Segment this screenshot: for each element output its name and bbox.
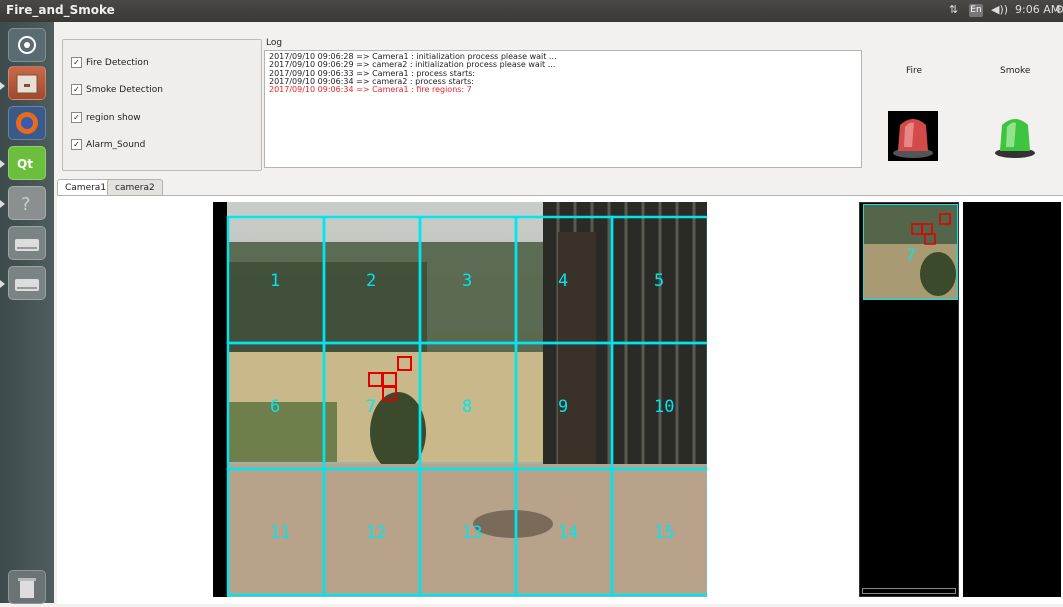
drive-icon[interactable] xyxy=(8,266,46,300)
clock[interactable]: 9:06 AM xyxy=(1015,3,1060,16)
qt-creator-icon[interactable]: Qt xyxy=(8,146,46,180)
region-number: 15 xyxy=(654,523,674,543)
help-icon[interactable]: ? xyxy=(8,186,46,220)
region-number: 8 xyxy=(462,397,472,417)
region-number: 10 xyxy=(654,397,674,417)
fire-detection-label: Fire Detection xyxy=(86,58,149,68)
fire-alarm-light-icon xyxy=(888,111,938,161)
alarm-sound-label: Alarm_Sound xyxy=(86,140,146,150)
log-textbox[interactable]: 2017/09/10 09:06:28 => Camera1 : initial… xyxy=(264,50,862,168)
network-icon[interactable]: ⇅ xyxy=(949,3,958,16)
smoke-alarm-light-icon xyxy=(995,119,1035,158)
trash-icon[interactable] xyxy=(8,570,46,604)
ubuntu-dash-icon[interactable] xyxy=(8,28,46,62)
smoke-detection-checkbox[interactable]: ✓ Smoke Detection xyxy=(71,83,163,97)
region-show-label: region show xyxy=(86,113,141,123)
region-number: 1 xyxy=(270,271,280,291)
svg-text:?: ? xyxy=(21,194,31,215)
smoke-alarm-label: Smoke xyxy=(1000,66,1031,76)
detection-options-group: ✓ Fire Detection ✓ Smoke Detection ✓ region… xyxy=(62,39,262,171)
volume-icon[interactable]: ◀)) xyxy=(991,3,1008,16)
checkbox-mark[interactable]: ✓ xyxy=(71,139,82,150)
region-number: 9 xyxy=(558,397,568,417)
region-number: 14 xyxy=(558,523,578,543)
window-title: Fire_and_Smoke xyxy=(6,3,115,17)
files-icon[interactable] xyxy=(8,66,46,100)
region-number: 12 xyxy=(366,523,386,543)
fire-region-thumbnail[interactable]: 7 xyxy=(863,204,958,300)
top-panel: Fire_and_Smoke ⇅ En ◀)) 9:06 AM ⚙ xyxy=(0,0,1063,22)
svg-text:Qt: Qt xyxy=(17,157,33,171)
running-indicator xyxy=(0,82,5,90)
checkbox-mark[interactable]: ✓ xyxy=(71,84,82,95)
region-number: 11 xyxy=(270,523,290,543)
region-number: 7 xyxy=(366,397,376,417)
tab-camera2[interactable]: camera2 xyxy=(107,179,163,196)
alarm-sound-checkbox[interactable]: ✓ Alarm_Sound xyxy=(71,138,145,152)
settings-gear-icon[interactable]: ⚙ xyxy=(1055,3,1063,16)
region-number: 6 xyxy=(270,397,280,417)
region-number: 5 xyxy=(654,271,664,291)
smoke-region-thumbnail-panel xyxy=(963,202,1061,597)
keyboard-layout-indicator[interactable]: En xyxy=(969,4,983,17)
fire-detection-checkbox[interactable]: ✓ Fire Detection xyxy=(71,56,149,70)
thumbnail-region-label: 7 xyxy=(906,245,916,264)
firefox-icon[interactable] xyxy=(8,106,46,140)
region-number: 2 xyxy=(366,271,376,291)
smoke-detection-label: Smoke Detection xyxy=(86,85,163,95)
running-indicator xyxy=(0,160,5,168)
camera1-video-feed: 1 2 3 4 56 7 8 9 1011 12 13 14 15 xyxy=(213,202,707,597)
log-line: 2017/09/10 09:06:34 => Camera1 : fire re… xyxy=(269,85,472,95)
checkbox-mark[interactable]: ✓ xyxy=(71,57,82,68)
launcher: Qt ? xyxy=(0,22,54,604)
thumbnail-scrollbar[interactable] xyxy=(862,588,956,594)
region-number: 3 xyxy=(462,271,472,291)
checkbox-mark[interactable]: ✓ xyxy=(71,112,82,123)
running-indicator xyxy=(0,200,5,208)
fire-alarm-label: Fire xyxy=(906,66,923,76)
region-number: 4 xyxy=(558,271,568,291)
running-indicator xyxy=(0,280,5,288)
fire-region-thumbnail-panel: 7 xyxy=(859,202,959,597)
region-number: 13 xyxy=(462,523,482,543)
region-show-checkbox[interactable]: ✓ region show xyxy=(71,111,141,125)
drive-icon[interactable] xyxy=(8,226,46,260)
log-label: Log xyxy=(266,38,283,48)
